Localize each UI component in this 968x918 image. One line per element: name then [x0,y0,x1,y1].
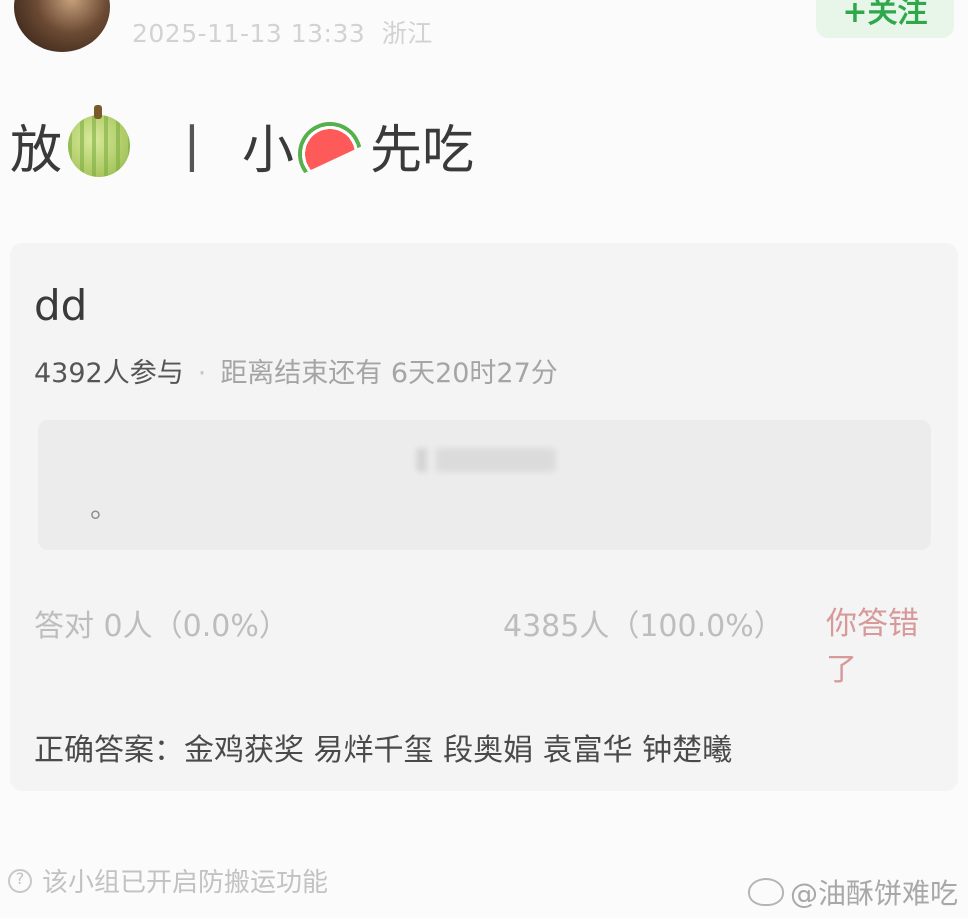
avatar[interactable] [14,0,110,52]
blurred-text [416,448,556,472]
question-icon [8,868,32,893]
title-separator: 丨 [166,121,219,181]
correct-answer: 正确答案：金鸡获奖 易烊千玺 段奥娟 袁富华 钟楚曦 [34,733,733,768]
post-title: 放 丨 小 先吃 [10,104,475,183]
option-text: 。 [90,491,119,524]
stats-separator: · [197,358,207,389]
title-part-3: 先吃 [370,121,475,181]
poll-stats: 4392人参与 · 距离结束还有 6天20时27分 [34,351,558,390]
watermelon-icon [298,118,366,174]
wrong-count: 4385人（100.0%） [503,609,784,644]
footer-note-text: 该小组已开启防搬运功能 [42,868,329,898]
melon-icon [68,104,131,177]
watermark: @油酥饼难吃 [747,872,958,912]
weibo-logo-icon [747,878,784,906]
wrong-answer-tag: 你答错了 [826,606,919,688]
title-part-2: 小 [242,121,295,181]
poll-card: dd 4392人参与 · 距离结束还有 6天20时27分 。 答对 0人（0.0%）… [10,243,958,791]
post-meta: 2025-11-13 13:33 浙江 [132,14,433,50]
poll-option[interactable]: 。 [38,420,931,550]
follow-button[interactable]: +关注 [816,0,954,38]
timestamp: 2025-11-13 13:33 [132,19,366,48]
watermark-text: @油酥饼难吃 [789,877,958,910]
title-part-1: 放 [10,121,63,181]
footer-note: 该小组已开启防搬运功能 [8,862,328,899]
location: 浙江 [381,19,433,48]
poll-title: dd [34,281,88,330]
participant-count: 4392人参与 [34,358,184,389]
countdown: 距离结束还有 6天20时27分 [220,358,558,389]
correct-count: 答对 0人（0.0%） [34,609,289,644]
